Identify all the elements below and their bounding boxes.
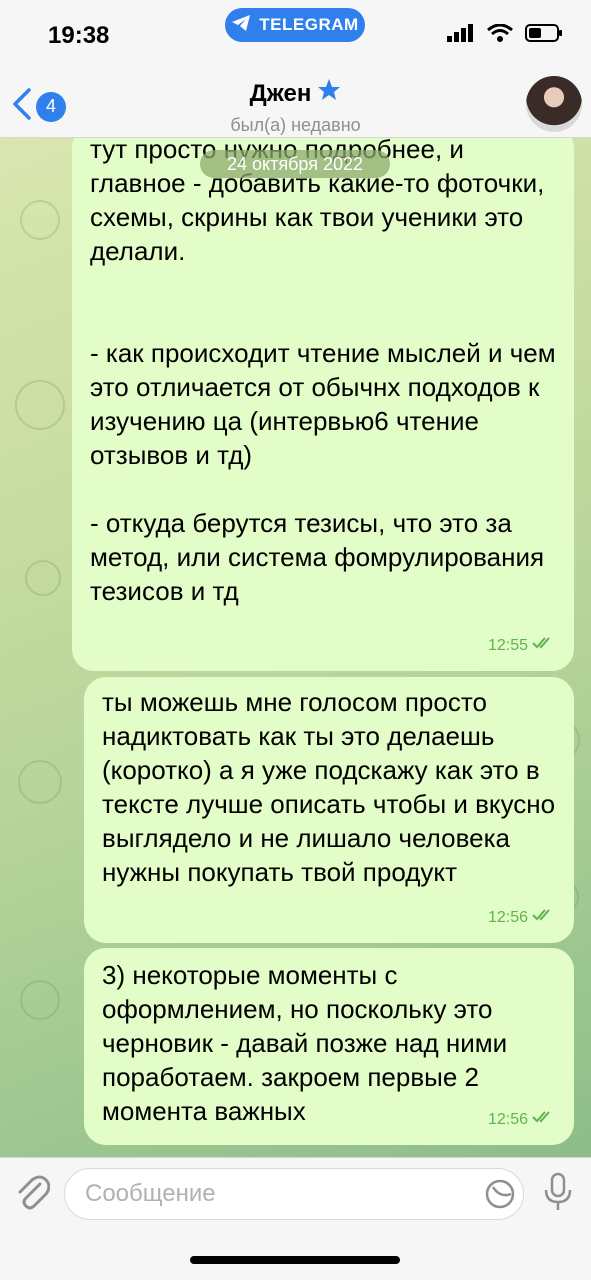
microphone-icon[interactable] [542, 1172, 574, 1217]
message-input[interactable] [85, 1180, 465, 1208]
message-time: 12:56 [487, 909, 528, 926]
sticker-icon[interactable] [484, 1178, 516, 1215]
contact-name-row: Джен [250, 78, 342, 109]
signal-icon [447, 24, 475, 47]
wallpaper-doodle [18, 760, 62, 804]
contact-info[interactable]: Джен был(а) недавно [0, 78, 591, 136]
message-time: 12:55 [487, 637, 528, 654]
message-meta: 12:56 [488, 1103, 556, 1137]
telegram-plane-icon [231, 14, 251, 37]
message-bubble[interactable]: ты можешь мне голосом просто надиктовать… [84, 677, 574, 943]
message-bubble[interactable]: тут просто нужно подробнее, и главное - … [72, 126, 574, 671]
battery-icon [525, 24, 563, 47]
status-icons [447, 23, 563, 47]
telegram-pill-label: TELEGRAM [259, 15, 359, 34]
date-separator: 24 октября 2022 [200, 150, 390, 178]
wallpaper-doodle [20, 200, 60, 240]
message-time: 12:56 [487, 1111, 528, 1128]
message-text: ты можешь мне голосом просто надиктовать… [102, 687, 563, 887]
message-text: тут просто нужно подробнее, и главное - … [90, 134, 556, 606]
wallpaper-doodle [25, 560, 61, 596]
contact-status: был(а) недавно [230, 115, 361, 135]
home-indicator [190, 1256, 400, 1264]
message-meta: 12:56 [488, 901, 556, 935]
chat-header: 19:38 TELEGRAM 4 Джен был(а) недавно [0, 0, 591, 138]
status-time: 19:38 [48, 22, 110, 49]
message-bubble[interactable]: 3) некоторые моменты с оформлением, но п… [84, 948, 574, 1145]
message-input-field[interactable] [64, 1168, 524, 1220]
star-icon [317, 78, 341, 109]
message-meta: 12:55 [488, 629, 556, 663]
double-check-icon [532, 901, 556, 935]
double-check-icon [532, 629, 556, 663]
avatar[interactable] [526, 76, 582, 132]
wifi-icon [487, 23, 513, 47]
paperclip-icon[interactable] [14, 1172, 51, 1217]
wallpaper-doodle [20, 980, 60, 1020]
wallpaper-doodle [15, 380, 65, 430]
telegram-pill[interactable]: TELEGRAM [225, 8, 365, 42]
contact-name: Джен [249, 79, 312, 107]
double-check-icon [532, 1103, 556, 1137]
